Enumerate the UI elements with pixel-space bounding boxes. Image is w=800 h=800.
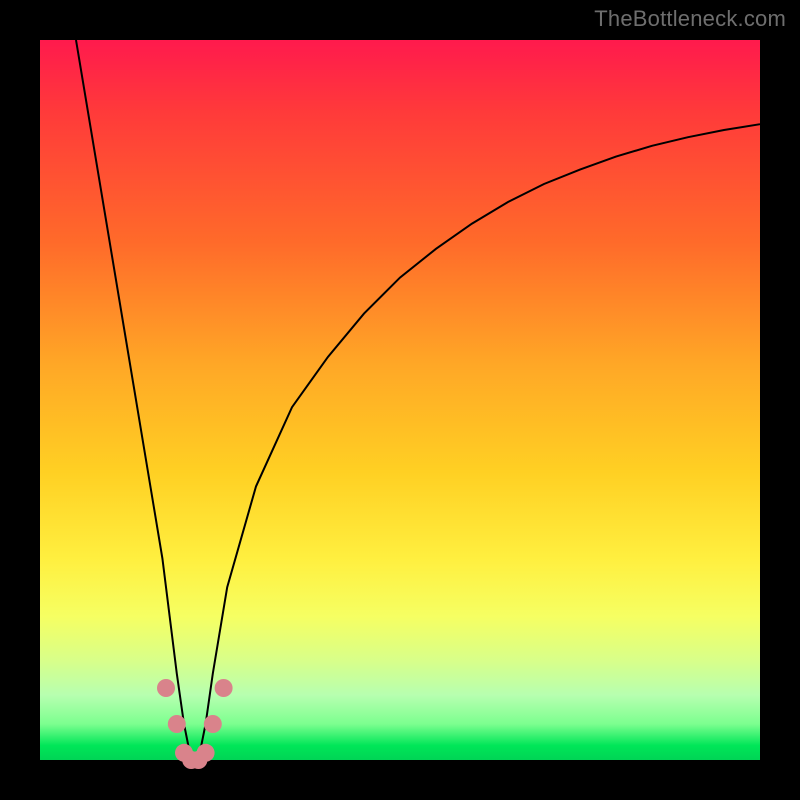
- watermark-text: TheBottleneck.com: [594, 6, 786, 32]
- bottleneck-curve: [76, 40, 760, 760]
- curve-svg: [40, 40, 760, 760]
- highlight-marker: [204, 715, 222, 733]
- marker-group: [157, 679, 233, 769]
- highlight-marker: [197, 744, 215, 762]
- chart-frame: TheBottleneck.com: [0, 0, 800, 800]
- highlight-marker: [215, 679, 233, 697]
- highlight-marker: [168, 715, 186, 733]
- highlight-marker: [157, 679, 175, 697]
- plot-area: [40, 40, 760, 760]
